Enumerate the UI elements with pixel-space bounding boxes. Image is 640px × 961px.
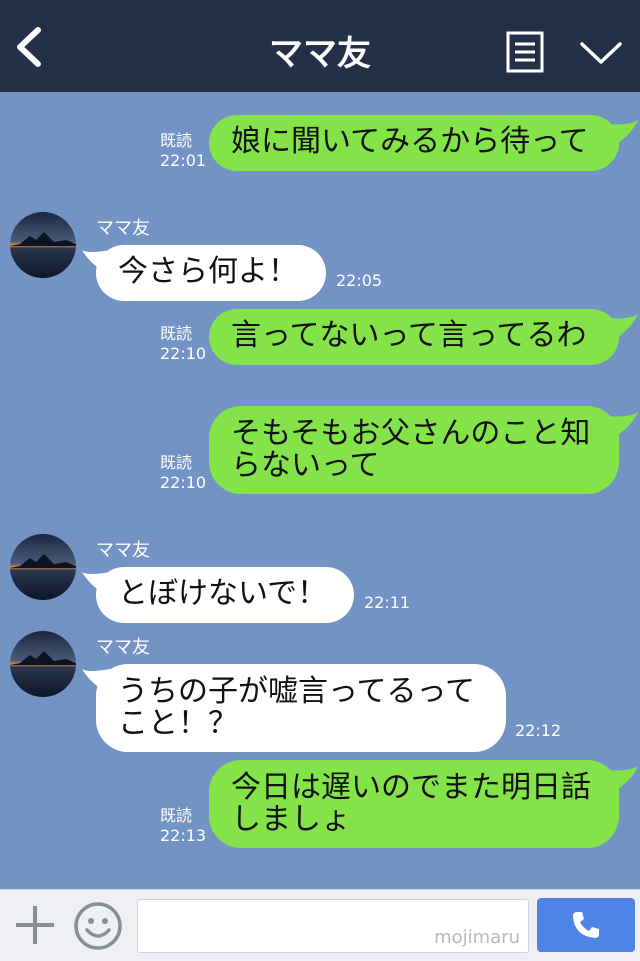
message-text: とぼけないで！ bbox=[118, 576, 328, 611]
phone-icon bbox=[573, 912, 599, 938]
read-receipt: 既読 22:10 bbox=[160, 453, 207, 492]
plus-icon[interactable] bbox=[12, 902, 58, 948]
message-text: 言ってないって言ってるわ bbox=[231, 318, 587, 353]
sender-name: ママ友 bbox=[96, 637, 150, 658]
sender-name: ママ友 bbox=[96, 540, 150, 561]
chevron-down-icon[interactable] bbox=[578, 36, 624, 68]
message-text-line: こと！？ bbox=[118, 706, 238, 741]
outgoing-message-bubble[interactable]: 娘に聞いてみるから待って bbox=[209, 115, 619, 171]
incoming-message-bubble[interactable]: 今さら何よ！ bbox=[96, 245, 326, 301]
message-input-bar: mojimaru bbox=[0, 889, 640, 961]
incoming-message-bubble[interactable]: とぼけないで！ bbox=[96, 567, 354, 623]
watermark: mojimaru bbox=[434, 927, 520, 948]
back-icon[interactable] bbox=[10, 22, 50, 72]
outgoing-message-bubble[interactable]: 今日は遅いのでまた明日話 しましょ bbox=[209, 760, 619, 848]
menu-icon[interactable] bbox=[505, 30, 545, 74]
chat-header: ママ友 bbox=[0, 0, 640, 92]
sender-name: ママ友 bbox=[96, 218, 150, 239]
emoji-icon[interactable] bbox=[72, 900, 124, 952]
outgoing-message-bubble[interactable]: 言ってないって言ってるわ bbox=[209, 309, 619, 365]
message-time: 22:12 bbox=[515, 721, 562, 740]
message-text-line: しましょ bbox=[231, 802, 351, 837]
call-button[interactable] bbox=[537, 898, 635, 952]
read-receipt: 既読 22:01 bbox=[160, 131, 207, 170]
message-time: 22:05 bbox=[336, 271, 383, 290]
avatar[interactable] bbox=[10, 212, 76, 278]
message-text-line: らないって bbox=[231, 448, 380, 483]
message-text: 娘に聞いてみるから待って bbox=[231, 124, 589, 159]
message-text-line: 今日は遅いのでまた明日話 bbox=[231, 770, 591, 805]
read-receipt: 既読 22:10 bbox=[160, 324, 207, 363]
avatar[interactable] bbox=[10, 631, 76, 697]
read-receipt: 既読 22:13 bbox=[160, 806, 207, 845]
incoming-message-bubble[interactable]: うちの子が嘘言ってるって こと！？ bbox=[96, 664, 506, 752]
message-text-line: うちの子が嘘言ってるって bbox=[118, 674, 475, 709]
message-time: 22:11 bbox=[364, 593, 411, 612]
avatar[interactable] bbox=[10, 534, 76, 600]
message-input[interactable]: mojimaru bbox=[137, 899, 529, 953]
message-text-line: そもそもお父さんのこと知 bbox=[231, 416, 591, 451]
message-text: 今さら何よ！ bbox=[118, 254, 298, 289]
outgoing-message-bubble[interactable]: そもそもお父さんのこと知 らないって bbox=[209, 406, 619, 494]
